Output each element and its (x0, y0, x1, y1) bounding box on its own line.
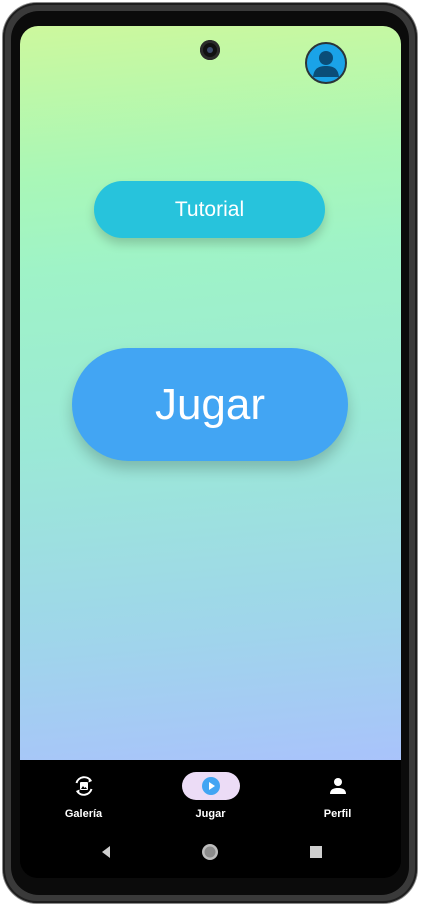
recents-button[interactable] (304, 840, 328, 864)
play-button-label: Jugar (154, 379, 266, 429)
nav-item-jugar[interactable]: Jugar (147, 760, 274, 826)
nav-icon-container (55, 772, 113, 800)
person-icon (329, 778, 346, 794)
nav-label-perfil: Perfil (323, 808, 352, 820)
back-button[interactable] (94, 840, 118, 864)
play-circle-icon (201, 777, 220, 795)
nav-icon-container (309, 772, 367, 800)
profile-avatar-button[interactable] (305, 42, 347, 84)
recents-icon (310, 846, 322, 858)
nav-icon-container-active (181, 772, 240, 800)
nav-label-galeria: Galería (64, 808, 103, 820)
nav-label-jugar: Jugar (195, 808, 226, 820)
tutorial-button[interactable]: Tutorial (94, 181, 325, 238)
gallery-icon (75, 776, 92, 796)
play-button[interactable]: Jugar (72, 348, 348, 461)
home-icon (202, 844, 218, 860)
nav-item-perfil[interactable]: Perfil (274, 760, 401, 826)
front-camera (200, 40, 220, 60)
back-icon (102, 846, 110, 858)
user-avatar-icon (313, 51, 339, 77)
main-content: Tutorial Jugar (20, 26, 401, 760)
home-button[interactable] (198, 840, 222, 864)
app-screen: Tutorial Jugar Galería Jugar Perfil (20, 26, 401, 878)
tutorial-button-label: Tutorial (174, 197, 245, 221)
system-navigation-bar (20, 826, 401, 878)
bottom-navigation: Galería Jugar Perfil (20, 760, 401, 826)
nav-item-galeria[interactable]: Galería (20, 760, 147, 826)
